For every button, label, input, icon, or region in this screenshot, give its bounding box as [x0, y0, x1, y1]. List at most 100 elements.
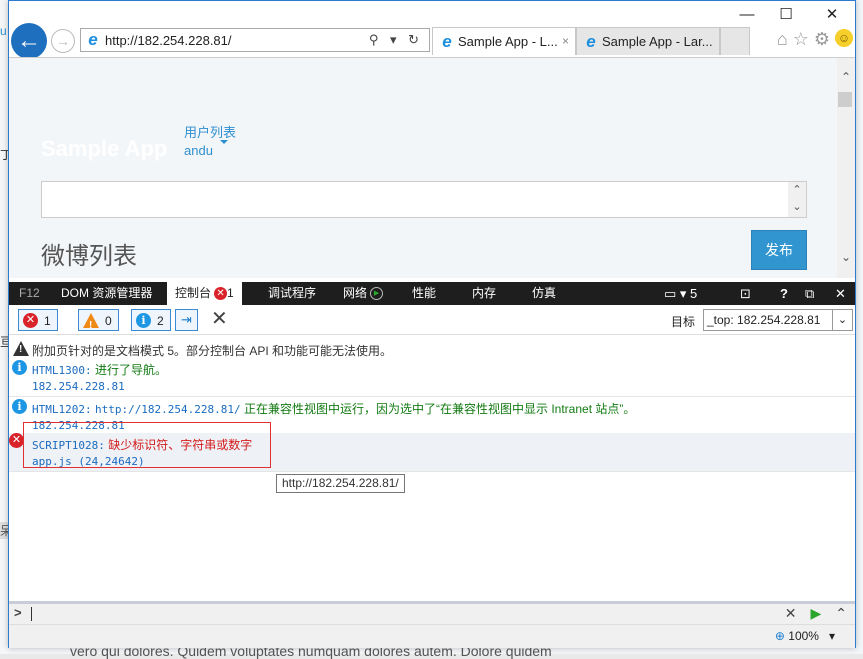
tab-label: Sample App - Lar... [602, 34, 713, 49]
search-refresh-icons[interactable]: ⚲ ▾ ↻ [369, 32, 423, 48]
undock-icon[interactable]: ⧉ [805, 282, 814, 305]
scroll-thumb[interactable] [838, 92, 852, 107]
zoom-level: 100% [788, 629, 819, 643]
console-input-bar: > ✕ ▶ ⌃ [9, 601, 855, 625]
ie-logo-icon: e [88, 30, 98, 49]
messages-filter-button[interactable]: i2 [131, 309, 171, 331]
user-list-link[interactable]: 用户列表 [184, 122, 236, 141]
text-cursor [31, 607, 32, 621]
clear-on-navigate-icon: ⇥ [181, 312, 192, 327]
tab-network-label: 网络 [343, 286, 368, 300]
close-window-button[interactable]: ✕ [817, 5, 847, 25]
console-error-badge: 1 [227, 286, 234, 300]
console-message: ! 附加页针对的是文档模式 5。部分控制台 API 和功能可能无法使用。 [9, 340, 855, 358]
console-toolbar: ✕ 1 ! 0 i2 ⇥ ✕ 目标 _top: 182.254.228.81 ⌄ [9, 305, 855, 335]
play-icon: ▶ [370, 287, 384, 301]
address-bar[interactable]: e http://182.254.228.81/ ⚲ ▾ ↻ [80, 28, 430, 52]
back-button[interactable]: ← [11, 23, 47, 59]
info-icon: i [12, 399, 27, 415]
console-message: i HTML1300: 进行了导航。 182.254.228.81 [9, 359, 855, 397]
navigation-bar: ← → e http://182.254.228.81/ ⚲ ▾ ↻ e Sam… [9, 23, 855, 59]
user-dropdown[interactable]: andu [184, 143, 213, 158]
message-url[interactable]: http://182.254.228.81/ [95, 403, 241, 416]
tab-memory[interactable]: 内存 [472, 282, 496, 305]
publish-button[interactable]: 发布 [751, 230, 807, 270]
close-tab-icon[interactable]: × [562, 28, 569, 55]
devtools-tabs: F12 DOM 资源管理器 控制台 ✕ 1 调试程序 网络 ▶ 性能 内存 仿真 ▭ … [9, 282, 855, 305]
status-bar: ⊕ 100% ▾ [9, 625, 855, 648]
post-textarea[interactable]: ⌃ ⌄ [41, 181, 807, 218]
tab-performance[interactable]: 性能 [412, 282, 436, 305]
run-icon[interactable]: ▶ [810, 605, 821, 621]
smiley-icon[interactable]: ☺ [835, 29, 853, 47]
forward-button[interactable]: → [51, 29, 75, 53]
console-toggle-icon[interactable]: ⊡ [740, 282, 751, 305]
error-icon: ✕ [23, 313, 38, 329]
arrow-left-icon: ← [17, 27, 41, 54]
tab-dom-explorer[interactable]: DOM 资源管理器 [61, 282, 152, 305]
console-output: ! 附加页针对的是文档模式 5。部分控制台 API 和功能可能无法使用。 i H… [9, 336, 855, 601]
error-icon: ✕ [9, 433, 24, 449]
clear-console-icon[interactable]: ✕ [211, 308, 228, 330]
browser-window: — ☐ ✕ ← → e http://182.254.228.81/ ⚲ ▾ ↻… [8, 0, 856, 648]
separator [9, 396, 855, 397]
ie-logo-icon: e [442, 32, 452, 51]
clear-on-navigate-button[interactable]: ⇥ [175, 309, 198, 331]
emulation-device-button[interactable]: ▭ ▾ 5 [664, 282, 697, 305]
post-list-title: 微博列表 [41, 243, 137, 270]
warnings-filter-button[interactable]: ! 0 [78, 309, 119, 331]
url-tooltip: http://182.254.228.81/ [276, 474, 405, 493]
message-source[interactable]: 182.254.228.81 [32, 380, 125, 393]
error-icon: ✕ [214, 287, 228, 301]
info-icon: i [12, 360, 27, 376]
clear-input-icon[interactable]: ✕ [785, 605, 797, 621]
message-code: HTML1300: [32, 364, 92, 377]
f12-devtools: F12 DOM 资源管理器 控制台 ✕ 1 调试程序 网络 ▶ 性能 内存 仿真 ▭ … [9, 282, 855, 648]
target-select[interactable]: _top: 182.254.228.81 ⌄ [703, 309, 853, 331]
chevron-down-icon: ⌄ [832, 310, 852, 330]
expand-icon[interactable]: ⌃ [835, 605, 847, 621]
home-icon[interactable]: ⌂ [777, 29, 793, 49]
info-icon: i [136, 313, 151, 329]
address-url[interactable]: http://182.254.228.81/ [105, 33, 232, 48]
messages-count: 2 [157, 313, 164, 328]
separator [9, 471, 855, 472]
zoom-control[interactable]: ⊕ 100% ▾ [775, 629, 835, 643]
page-viewport: Sample App 用户列表 andu ⌃ ⌄ 微博列表 发布 ⌃ ⌄ [9, 57, 855, 278]
warnings-count: 0 [105, 313, 112, 328]
ie-logo-icon: e [586, 32, 596, 51]
error-highlight-box [23, 422, 271, 468]
gear-icon[interactable]: ⚙ [814, 29, 835, 49]
target-label: 目标 [671, 315, 696, 329]
textarea-scroll[interactable]: ⌃ ⌄ [788, 182, 806, 217]
zoom-icon: ⊕ [774, 629, 785, 643]
help-icon[interactable]: ? [780, 282, 788, 305]
tab-sample-app-active[interactable]: e Sample App - L... × [432, 27, 576, 55]
tab-sample-app[interactable]: e Sample App - Lar... [576, 27, 720, 55]
tab-console[interactable]: 控制台 ✕ 1 [167, 282, 242, 305]
tab-debugger[interactable]: 调试程序 [268, 282, 316, 305]
star-icon[interactable]: ☆ [793, 29, 814, 49]
emulation-count: 5 [690, 286, 698, 301]
maximize-button[interactable]: ☐ [771, 5, 801, 25]
message-code: HTML1202: [32, 403, 92, 416]
brand-logo[interactable]: Sample App [41, 136, 167, 162]
message-text: 进行了导航。 [94, 363, 167, 377]
tab-network[interactable]: 网络 ▶ [343, 282, 384, 305]
new-tab-button[interactable] [720, 27, 750, 55]
errors-count: 1 [44, 313, 51, 328]
input-tools: ✕ ▶ ⌃ [771, 605, 847, 622]
tab-label: Sample App - L... [458, 34, 558, 49]
target-value: _top: 182.254.228.81 [707, 313, 821, 327]
warning-icon: ! [13, 341, 29, 357]
close-devtools-icon[interactable]: ✕ [835, 282, 846, 305]
device-icon: ▭ [664, 286, 677, 301]
tab-f12[interactable]: F12 [19, 282, 40, 305]
errors-filter-button[interactable]: ✕ 1 [18, 309, 58, 331]
page-scrollbar[interactable]: ⌃ ⌄ [837, 58, 855, 278]
background-fragment: u [0, 24, 7, 38]
scroll-down-icon[interactable]: ⌄ [837, 250, 855, 264]
tab-emulation[interactable]: 仿真 [532, 282, 556, 305]
scroll-up-icon[interactable]: ⌃ [837, 70, 855, 84]
minimize-button[interactable]: — [732, 5, 762, 25]
